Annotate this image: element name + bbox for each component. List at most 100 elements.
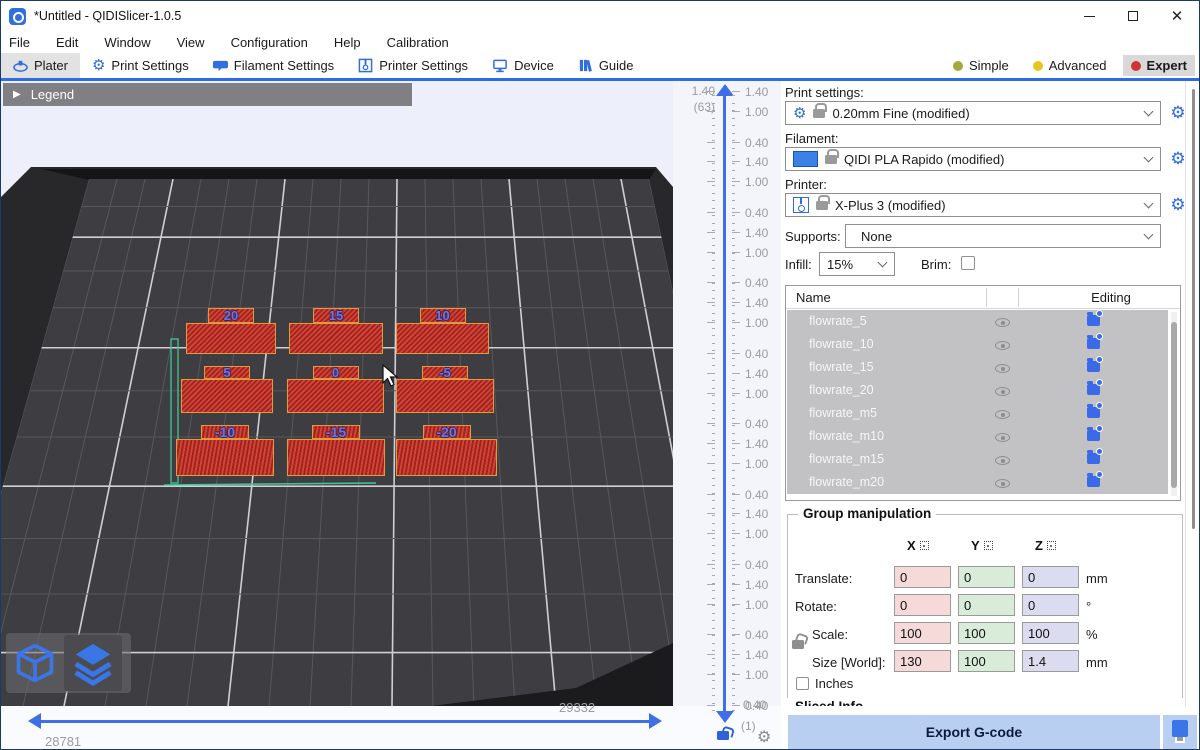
- flowrate-patch-m15[interactable]: -15: [287, 425, 385, 476]
- move-slider-right-thumb[interactable]: [649, 713, 662, 729]
- brim-checkbox[interactable]: [961, 256, 975, 270]
- rotate-x-field[interactable]: 0: [894, 594, 951, 616]
- layer-slider-lower-thumb[interactable]: [716, 711, 734, 723]
- rotate-z-field[interactable]: 0: [1022, 594, 1079, 616]
- move-slider-track[interactable]: [41, 720, 649, 723]
- translate-y-field[interactable]: 0: [958, 566, 1015, 588]
- legend-panel[interactable]: ▶ Legend: [3, 83, 412, 106]
- gear-icon: ⚙: [92, 58, 105, 73]
- scale-y-field[interactable]: 100: [958, 622, 1015, 644]
- infill-combo[interactable]: 15%: [819, 252, 895, 276]
- tab-device[interactable]: Device: [480, 53, 566, 78]
- move-slider-left-thumb[interactable]: [28, 713, 41, 729]
- layer-tick-label: 1.00: [745, 105, 781, 119]
- menu-window[interactable]: Window: [104, 35, 150, 50]
- object-row[interactable]: flowrate_m5: [787, 402, 1168, 425]
- object-row[interactable]: flowrate_15: [787, 356, 1168, 379]
- rotate-y-field[interactable]: 0: [958, 594, 1015, 616]
- size-x-field[interactable]: 130: [894, 650, 951, 672]
- scale-x-field[interactable]: 100: [894, 622, 951, 644]
- mode-simple[interactable]: Simple: [945, 55, 1017, 76]
- edit-settings-icon[interactable]: [1087, 407, 1100, 418]
- flowrate-patch-10[interactable]: 10: [396, 308, 489, 354]
- flowrate-patch-5[interactable]: 5: [181, 366, 273, 413]
- layer-settings-gear-icon[interactable]: ⚙: [757, 727, 771, 747]
- supports-combo[interactable]: None: [845, 224, 1161, 248]
- tab-plater[interactable]: Plater: [1, 53, 80, 78]
- edit-settings-icon[interactable]: [1087, 338, 1100, 349]
- print-settings-combo[interactable]: ⚙ 0.20mm Fine (modified): [785, 101, 1161, 125]
- mouse-cursor: [382, 364, 400, 390]
- plater-icon: [13, 58, 28, 73]
- menu-help[interactable]: Help: [334, 35, 361, 50]
- menu-view[interactable]: View: [177, 35, 205, 50]
- close-button[interactable]: ✕: [1155, 1, 1199, 31]
- eye-icon[interactable]: [995, 341, 1010, 350]
- flowrate-patch-m20[interactable]: -20: [396, 425, 497, 476]
- eye-icon[interactable]: [995, 318, 1010, 327]
- export-to-usb-button[interactable]: [1163, 715, 1197, 749]
- eye-icon[interactable]: [995, 433, 1010, 442]
- tab-filament-settings[interactable]: Filament Settings: [201, 53, 346, 78]
- object-row[interactable]: flowrate_m10: [787, 425, 1168, 448]
- editor-view-button[interactable]: [6, 635, 64, 691]
- plater-3d-viewport[interactable]: ▶ Legend 20 15 10 5 0 -5 -10 -15 -20: [1, 81, 673, 706]
- eye-icon[interactable]: [995, 456, 1010, 465]
- menu-edit[interactable]: Edit: [56, 35, 78, 50]
- flowrate-patch-15[interactable]: 15: [289, 308, 383, 354]
- mode-advanced[interactable]: Advanced: [1025, 55, 1115, 76]
- eye-icon[interactable]: [995, 387, 1010, 396]
- eye-icon[interactable]: [995, 364, 1010, 373]
- axis-target-icon[interactable]: [1047, 541, 1056, 550]
- translate-z-field[interactable]: 0: [1022, 566, 1079, 588]
- view-mode-toolbar: [6, 633, 131, 693]
- object-row[interactable]: flowrate_20: [787, 379, 1168, 402]
- tab-guide[interactable]: Guide: [566, 53, 646, 78]
- chevron-down-icon: [1144, 106, 1154, 116]
- edit-settings-icon[interactable]: [1087, 453, 1100, 464]
- menu-file[interactable]: File: [9, 35, 30, 50]
- flowrate-patch-0[interactable]: 0: [287, 366, 384, 413]
- preview-view-button[interactable]: [64, 635, 122, 691]
- layer-slider-track[interactable]: [723, 95, 726, 713]
- eye-icon[interactable]: [995, 410, 1010, 419]
- minimize-button[interactable]: [1067, 1, 1111, 31]
- flowrate-patch-20[interactable]: 20: [186, 308, 276, 354]
- edit-settings-icon[interactable]: [1087, 476, 1100, 487]
- size-y-field[interactable]: 100: [958, 650, 1015, 672]
- edit-settings-icon[interactable]: [1087, 361, 1100, 372]
- tab-printer-settings[interactable]: Printer Settings: [346, 53, 480, 78]
- maximize-button[interactable]: [1111, 1, 1155, 31]
- menu-configuration[interactable]: Configuration: [231, 35, 308, 50]
- edit-settings-icon[interactable]: [1087, 384, 1100, 395]
- usb-drive-icon: [1172, 720, 1188, 737]
- object-list-scrollbar[interactable]: [1171, 312, 1177, 496]
- object-row[interactable]: flowrate_m20: [787, 471, 1168, 494]
- mode-expert[interactable]: Expert: [1123, 55, 1195, 76]
- size-z-field[interactable]: 1.4: [1022, 650, 1079, 672]
- object-row[interactable]: flowrate_10: [787, 333, 1168, 356]
- edit-settings-icon[interactable]: [1087, 430, 1100, 441]
- panel-scrollbar[interactable]: [1192, 89, 1195, 529]
- axis-target-icon[interactable]: [920, 541, 929, 550]
- printer-combo[interactable]: X-Plus 3 (modified): [785, 193, 1161, 217]
- inches-checkbox[interactable]: [796, 677, 809, 690]
- edit-settings-icon[interactable]: [1087, 315, 1100, 326]
- scale-z-field[interactable]: 100: [1022, 622, 1079, 644]
- filament-combo[interactable]: QIDI PLA Rapido (modified): [785, 147, 1161, 171]
- object-row[interactable]: flowrate_m15: [787, 448, 1168, 471]
- eye-icon[interactable]: [995, 479, 1010, 488]
- export-gcode-button[interactable]: Export G-code: [788, 715, 1160, 749]
- inches-option: Inches: [796, 676, 853, 691]
- layer-lock-icon[interactable]: [717, 731, 729, 740]
- translate-x-field[interactable]: 0: [894, 566, 951, 588]
- flowrate-patch-m10[interactable]: -10: [176, 425, 274, 476]
- patch-body: [396, 323, 489, 354]
- object-row[interactable]: flowrate_5: [787, 310, 1168, 333]
- flowrate-patch-m5[interactable]: -5: [396, 366, 494, 413]
- axis-target-icon[interactable]: [984, 541, 993, 550]
- tab-print-settings[interactable]: ⚙ Print Settings: [80, 53, 201, 78]
- uniform-scale-lock-icon[interactable]: [792, 640, 804, 649]
- menu-calibration[interactable]: Calibration: [387, 35, 449, 50]
- close-icon: ✕: [1171, 9, 1184, 24]
